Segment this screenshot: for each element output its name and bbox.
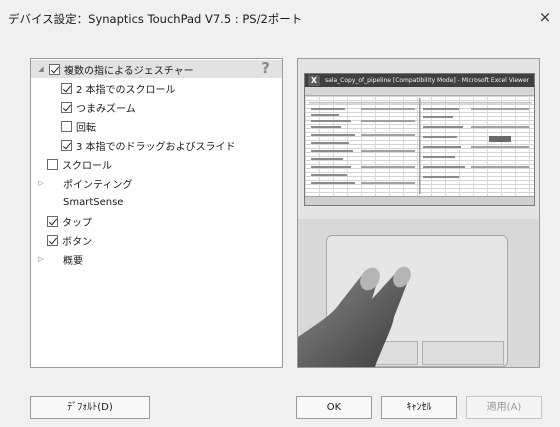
checkbox-two-finger-scroll[interactable] [61,82,72,94]
collapse-triangle-icon[interactable]: ◢ [37,65,45,73]
excel-logo-icon: X [308,75,320,86]
checkbox-three-finger-drag[interactable] [61,139,72,151]
checkbox-rotate[interactable] [61,120,72,132]
tree-item-label: 概要 [63,255,83,267]
tree-item-label: ポインティング [63,179,133,191]
tree-item-buttons[interactable]: ボタン [47,231,92,249]
expand-triangle-icon[interactable]: ▷ [37,255,45,263]
checkbox-pinch-zoom[interactable] [61,101,72,113]
checkbox-buttons[interactable] [47,234,58,246]
ok-button[interactable]: OK [296,396,372,419]
checkbox-scroll[interactable] [47,158,58,170]
checkbox-multi-finger-gestures[interactable] [49,63,60,75]
preview-spreadsheet-title: sala_Copy_of_pipeline [Compatibility Mod… [325,77,530,84]
preview-status-bar [305,196,534,205]
tree-item-overview[interactable]: ▷ 概要 [37,250,83,268]
preview-ribbon [305,87,534,96]
tree-item-rotate[interactable]: 回転 [61,117,96,135]
tree-item-label: ボタン [62,236,92,248]
tree-item-label: 回転 [76,122,96,134]
tree-item-two-finger-scroll[interactable]: 2 本指でのスクロール [61,79,176,97]
tree-item-label: 2 本指でのスクロール [76,84,176,96]
tree-item-label: タップ [62,217,92,229]
tree-item-scroll[interactable]: スクロール [47,155,112,173]
preview-spreadsheet-window: X sala_Copy_of_pipeline [Compatibility M… [304,73,535,206]
title-bar: デバイス設定：Synaptics TouchPad V7.5 : PS/2ポート… [0,0,560,34]
tree-item-label: つまみズーム [76,103,136,115]
apply-button[interactable]: 適用(A) [466,396,542,419]
tree-item-tap[interactable]: タップ [47,212,92,230]
tree-item-label: SmartSense [63,196,124,208]
window-title: デバイス設定：Synaptics TouchPad V7.5 : PS/2ポート [8,12,303,26]
preview-worksheet-content [309,98,532,194]
tree-item-three-finger-drag[interactable]: 3 本指でのドラッグおよびスライド [61,136,236,154]
close-icon[interactable]: × [536,8,554,26]
settings-tree-panel: ◢ 複数の指によるジェスチャー ? 2 本指でのスクロール つまみズーム 回転 … [30,58,283,368]
tree-item-multi-finger-gestures[interactable]: ◢ 複数の指によるジェスチャー [31,60,282,78]
defaults-button[interactable]: ﾃﾞﾌｫﾙﾄ(D) [30,396,150,419]
cancel-button[interactable]: ｷｬﾝｾﾙ [381,396,457,419]
help-icon[interactable]: ? [261,60,270,76]
two-finger-hand-illustration [298,266,411,367]
preview-spreadsheet-titlebar: X sala_Copy_of_pipeline [Compatibility M… [305,74,534,87]
tree-item-pinch-zoom[interactable]: つまみズーム [61,98,136,116]
tree-item-pointing[interactable]: ▷ ポインティング [37,174,132,192]
tree-item-label: 3 本指でのドラッグおよびスライド [76,141,236,153]
checkbox-tap[interactable] [47,215,58,227]
tree-item-smartsense[interactable]: SmartSense [63,193,123,211]
expand-triangle-icon[interactable]: ▷ [37,179,45,187]
gesture-preview-panel: X sala_Copy_of_pipeline [Compatibility M… [297,58,540,368]
preview-worksheet [305,96,534,196]
tree-item-label: スクロール [62,160,112,172]
tree-item-label: 複数の指によるジェスチャー [64,65,194,77]
